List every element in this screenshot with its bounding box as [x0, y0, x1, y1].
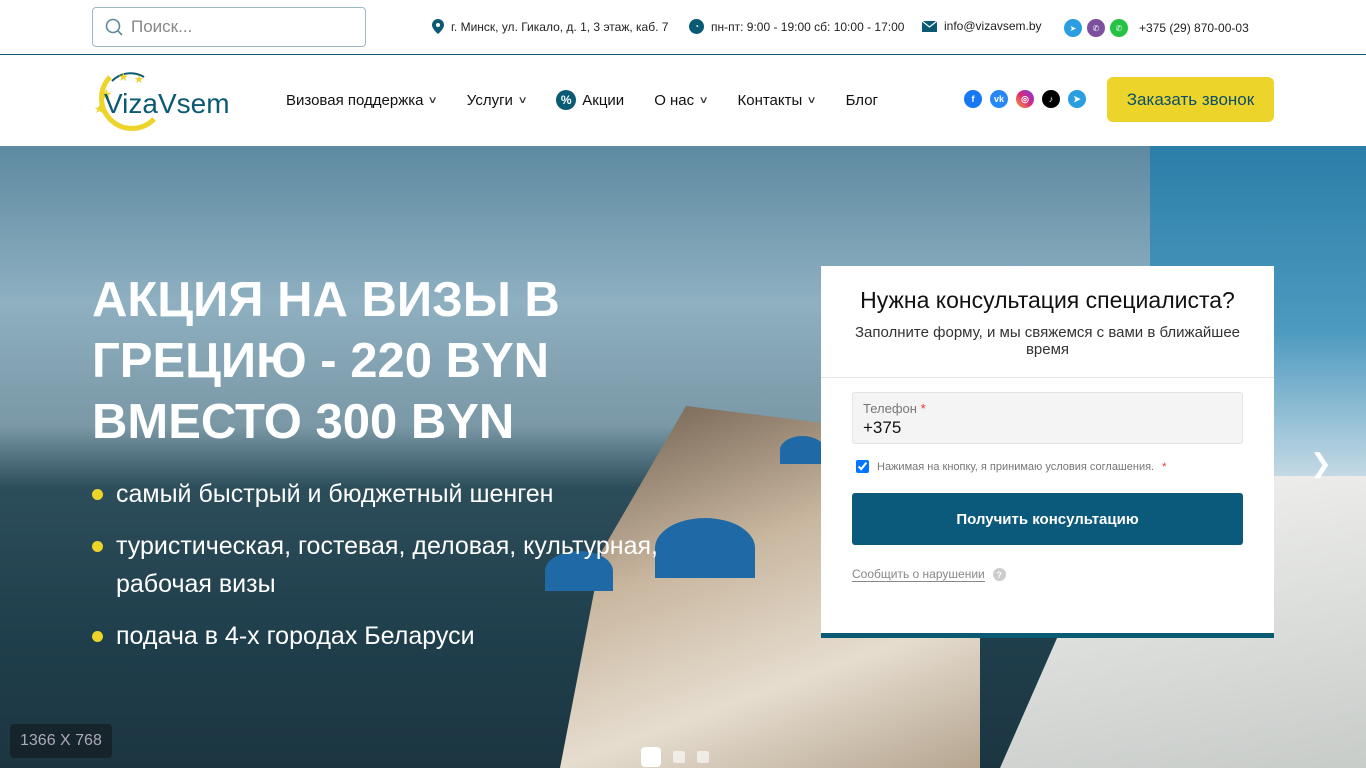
chevron-right-icon[interactable]: ❯: [1310, 448, 1332, 479]
slide-dot[interactable]: [697, 751, 709, 763]
viber-icon[interactable]: ✆: [1087, 19, 1105, 37]
vk-icon[interactable]: vk: [990, 90, 1008, 108]
telegram-icon[interactable]: ➤: [1064, 19, 1082, 37]
phone-input[interactable]: [863, 418, 1084, 438]
chevron-down-icon: ∨: [517, 94, 528, 106]
required-mark: *: [1162, 460, 1167, 473]
instagram-icon[interactable]: ◎: [1016, 90, 1034, 108]
clock-icon: ◔: [689, 19, 704, 34]
nav-label: Визовая поддержка: [286, 91, 424, 109]
nav-label: Услуги: [466, 91, 513, 109]
telegram-icon[interactable]: ➤: [1068, 90, 1086, 108]
hero-headline: АКЦИЯ НА ВИЗЫ В ГРЕЦИЮ - 220 BYN ВМЕСТО …: [92, 273, 560, 449]
agreement-text: Нажимая на кнопку, я принимаю условия со…: [877, 460, 1155, 473]
working-hours: ◔ пн-пт: 9:00 - 19:00 сб: 10:00 - 17:00: [689, 19, 904, 34]
nav-label: Блог: [845, 91, 879, 109]
agreement-checkbox[interactable]: [856, 460, 869, 473]
nav-label: Акции: [582, 91, 625, 109]
nav-item-services[interactable]: Услуги ∨: [466, 90, 528, 110]
chevron-down-icon: ∨: [806, 94, 818, 106]
phone-link[interactable]: +375 (29) 870-00-03: [1139, 21, 1249, 35]
address: г. Минск, ул. Гикало, д. 1, 3 этаж, каб.…: [432, 19, 668, 34]
tiktok-icon[interactable]: ♪: [1042, 90, 1060, 108]
social-links: f vk ◎ ♪ ➤: [964, 90, 1086, 108]
search-box[interactable]: [92, 7, 366, 47]
required-mark: *: [920, 401, 926, 416]
divider: [821, 377, 1274, 378]
nav-label: О нас: [654, 91, 695, 109]
email-link[interactable]: info@vizavsem.by: [944, 19, 1042, 33]
whatsapp-icon[interactable]: ✆: [1110, 19, 1128, 37]
search-icon: [105, 18, 123, 36]
nav-item-visa-support[interactable]: Визовая поддержка ∨: [286, 90, 439, 110]
hero-bullets: самый быстрый и бюджетный шенген туристи…: [92, 475, 732, 669]
consultation-form: Нужна консультация специалиста? Заполнит…: [821, 266, 1274, 638]
svg-text:★: ★: [134, 74, 144, 86]
nav-item-blog[interactable]: Блог: [846, 90, 878, 110]
form-title: Нужна консультация специалиста?: [860, 287, 1235, 313]
order-call-button[interactable]: Заказать звонок: [1107, 77, 1274, 122]
mail-icon: [922, 20, 937, 32]
phone-label: Телефон *: [863, 401, 1232, 416]
nav-item-about[interactable]: О нас ∨: [654, 90, 709, 110]
bullet-item: подача в 4-х городах Беларуси: [92, 617, 732, 655]
bullet-item: самый быстрый и бюджетный шенген: [92, 475, 732, 513]
get-consultation-button[interactable]: Получить консультацию: [852, 493, 1243, 545]
logo[interactable]: ★ ★ ★ ★ VizaVsem: [92, 69, 237, 136]
top-bar: г. Минск, ул. Гикало, д. 1, 3 этаж, каб.…: [0, 0, 1366, 55]
nav-label: Контакты: [737, 91, 803, 109]
nav-menu: Визовая поддержка ∨ Услуги ∨ % Акции О нас ∨…: [286, 90, 908, 110]
report-violation-link[interactable]: Сообщить о нарушении: [852, 567, 985, 582]
phone-label-text: Телефон: [863, 401, 917, 416]
search-input[interactable]: [131, 17, 351, 37]
slide-dot[interactable]: [673, 751, 685, 763]
address-text: г. Минск, ул. Гикало, д. 1, 3 этаж, каб.…: [451, 19, 669, 34]
location-pin-icon: [432, 19, 444, 34]
nav-item-promotions[interactable]: % Акции: [556, 90, 624, 110]
form-subtitle: Заполните форму, и мы свяжемся с вами в …: [854, 324, 1241, 358]
agreement: Нажимая на кнопку, я принимаю условия со…: [856, 460, 1239, 473]
slide-dot[interactable]: [641, 747, 661, 767]
chevron-down-icon: ∨: [698, 94, 709, 106]
svg-text:★: ★: [118, 70, 129, 84]
bullet-item: туристическая, гостевая, деловая, культу…: [92, 527, 732, 603]
email[interactable]: info@vizavsem.by: [922, 19, 1042, 33]
phone-field[interactable]: Телефон *: [852, 392, 1243, 444]
phone-block: ➤ ✆ ✆ +375 (29) 870-00-03: [1064, 19, 1249, 37]
main-nav: ★ ★ ★ ★ VizaVsem Визовая поддержка ∨ Услуги…: [0, 55, 1366, 146]
facebook-icon[interactable]: f: [964, 90, 982, 108]
slider-dots: [641, 747, 709, 767]
nav-item-contacts[interactable]: Контакты ∨: [737, 90, 818, 110]
hours-text: пн-пт: 9:00 - 19:00 сб: 10:00 - 17:00: [711, 19, 905, 34]
dome: [780, 436, 825, 464]
percent-badge-icon: %: [556, 90, 577, 110]
chevron-down-icon: ∨: [428, 94, 439, 106]
help-icon[interactable]: ?: [992, 568, 1006, 581]
size-label: 1366 X 768: [10, 724, 112, 758]
report-row: Сообщить о нарушении ?: [852, 567, 1243, 582]
logo-text: VizaVsem: [104, 88, 230, 119]
